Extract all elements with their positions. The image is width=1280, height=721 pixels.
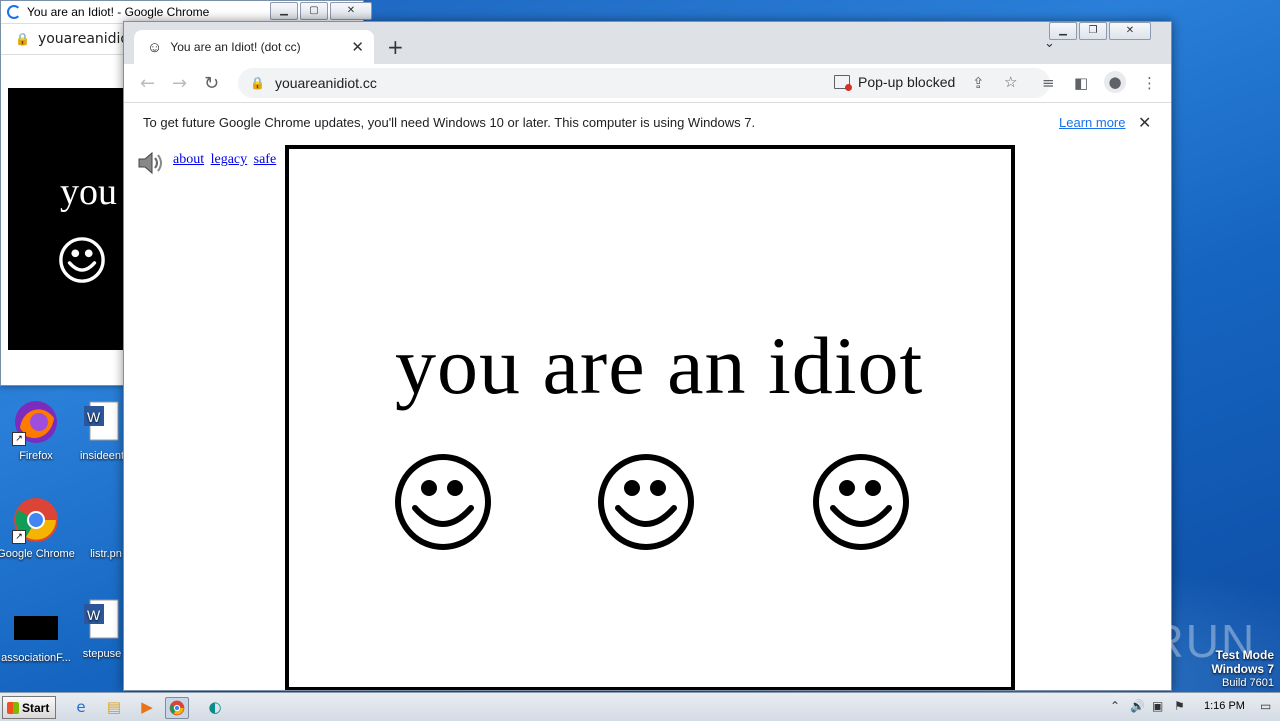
chrome-taskbar-icon[interactable] bbox=[165, 697, 189, 719]
back-window-controls: ▁ ▢ ✕ bbox=[268, 2, 372, 20]
smiley-icon bbox=[59, 237, 105, 283]
toolbar: ← → ↻ 🔒 youareanidiot.cc Pop-up blocked … bbox=[124, 64, 1171, 102]
about-link[interactable]: about bbox=[173, 152, 204, 167]
start-label: Start bbox=[22, 700, 50, 715]
tab-strip: ☺ You are an Idiot! (dot cc) ✕ + ⌄ ▁ ❐ ✕ bbox=[124, 22, 1171, 64]
close-button[interactable]: ✕ bbox=[330, 2, 372, 20]
tab-active[interactable]: ☺ You are an Idiot! (dot cc) ✕ bbox=[134, 30, 374, 64]
windows-flag-icon bbox=[7, 701, 19, 714]
close-button[interactable]: ✕ bbox=[1109, 22, 1151, 40]
infobar-close-icon[interactable]: ✕ bbox=[1138, 113, 1151, 133]
smiley-icon bbox=[598, 454, 694, 550]
firefox-icon: ↗ bbox=[12, 398, 60, 446]
taskbar-clock[interactable]: 1:16 PM bbox=[1204, 700, 1245, 712]
test-mode-line2: Windows 7 bbox=[1211, 662, 1274, 676]
loading-spinner-icon bbox=[7, 5, 21, 19]
page-content: about legacy safe you are an idiot bbox=[124, 142, 1171, 690]
svg-text:W: W bbox=[87, 607, 101, 623]
page-links: about legacy safe bbox=[173, 152, 279, 168]
minimize-button[interactable]: ▁ bbox=[270, 2, 298, 20]
learn-more-link[interactable]: Learn more bbox=[1059, 115, 1125, 130]
popup-blocked-icon bbox=[834, 75, 852, 91]
profile-avatar-icon[interactable]: ● bbox=[1104, 71, 1126, 93]
omnibox[interactable]: 🔒 youareanidiot.cc Pop-up blocked ⇪ ☆ bbox=[238, 68, 1050, 98]
infobar-message: To get future Google Chrome updates, you… bbox=[143, 115, 756, 130]
update-infobar: To get future Google Chrome updates, you… bbox=[124, 102, 1171, 143]
back-window-black-panel: you bbox=[8, 88, 128, 350]
minimize-button[interactable]: ▁ bbox=[1049, 22, 1077, 40]
smiley-favicon-icon: ☺ bbox=[147, 38, 163, 56]
test-mode-watermark: Test Mode Windows 7 Build 7601 bbox=[1211, 648, 1274, 690]
legacy-link[interactable]: legacy bbox=[211, 152, 248, 167]
smiley-icon bbox=[813, 454, 909, 550]
word-doc-icon: W bbox=[78, 596, 126, 644]
taskbar: Start e ▤ ▶ ◐ ⌃ 🔊 ▣ ⚑ 1:16 PM ▭ bbox=[0, 692, 1280, 721]
back-window-title: You are an Idiot! - Google Chrome bbox=[27, 5, 210, 19]
popup-blocked-label: Pop-up blocked bbox=[858, 74, 956, 90]
svg-text:W: W bbox=[87, 409, 101, 425]
kebab-menu-icon[interactable]: ⋮ bbox=[1142, 74, 1157, 92]
start-button[interactable]: Start bbox=[2, 696, 56, 719]
side-panel-icon[interactable]: ◧ bbox=[1074, 74, 1088, 92]
explorer-folder-icon[interactable]: ▤ bbox=[103, 697, 125, 717]
new-tab-button[interactable]: + bbox=[387, 35, 404, 59]
test-mode-line3: Build 7601 bbox=[1222, 677, 1274, 689]
reload-icon[interactable]: ↻ bbox=[204, 73, 219, 94]
black-file-icon bbox=[12, 600, 60, 648]
show-desktop-icon[interactable]: ▭ bbox=[1260, 699, 1271, 713]
media-player-icon[interactable]: ▶ bbox=[136, 697, 158, 717]
lock-icon: 🔒 bbox=[15, 32, 30, 46]
back-arrow-icon[interactable]: ← bbox=[140, 73, 155, 94]
speaker-icon[interactable] bbox=[136, 148, 166, 178]
show-hidden-icons-icon[interactable]: ⌃ bbox=[1110, 699, 1120, 713]
tab-close-icon[interactable]: ✕ bbox=[351, 38, 364, 56]
share-icon[interactable]: ⇪ bbox=[972, 74, 985, 92]
headline-text: you are an idiot bbox=[395, 320, 924, 411]
back-window-text: you bbox=[60, 171, 117, 213]
idiot-frame: you are an idiot bbox=[285, 145, 1015, 690]
window-controls: ▁ ❐ ✕ bbox=[1047, 22, 1151, 40]
back-window-url: youareanidiot bbox=[37, 31, 135, 47]
safe-link[interactable]: safe bbox=[254, 152, 277, 167]
maximize-button[interactable]: ▢ bbox=[300, 2, 328, 20]
omnibox-url[interactable]: youareanidiot.cc bbox=[275, 75, 377, 91]
shortcut-arrow-icon: ↗ bbox=[12, 530, 26, 544]
smiley-icon bbox=[395, 454, 491, 550]
network-icon[interactable]: ▣ bbox=[1152, 699, 1163, 713]
restore-button[interactable]: ❐ bbox=[1079, 22, 1107, 40]
shortcut-arrow-icon: ↗ bbox=[12, 432, 26, 446]
desktop-icon-label: Google Chrome bbox=[0, 548, 75, 560]
action-center-flag-icon[interactable]: ⚑ bbox=[1174, 699, 1185, 713]
chrome-icon: ↗ bbox=[12, 496, 60, 544]
lock-icon: 🔒 bbox=[250, 76, 265, 90]
tab-title: You are an Idiot! (dot cc) bbox=[170, 40, 301, 54]
volume-icon[interactable]: 🔊 bbox=[1130, 699, 1145, 713]
bookmark-star-icon[interactable]: ☆ bbox=[1004, 73, 1017, 91]
chrome-window[interactable]: ☺ You are an Idiot! (dot cc) ✕ + ⌄ ▁ ❐ ✕… bbox=[123, 21, 1172, 691]
popup-blocked-indicator[interactable]: Pop-up blocked bbox=[834, 74, 956, 91]
media-control-icon[interactable]: ≡ bbox=[1042, 74, 1055, 92]
desktop-icon-chrome[interactable]: ↗ Google Chrome bbox=[0, 496, 76, 561]
test-mode-line1: Test Mode bbox=[1215, 648, 1274, 662]
ie-icon[interactable]: e bbox=[70, 697, 92, 717]
word-doc-icon: W bbox=[78, 398, 126, 446]
forward-arrow-icon[interactable]: → bbox=[172, 73, 187, 94]
edge-icon[interactable]: ◐ bbox=[204, 697, 226, 717]
